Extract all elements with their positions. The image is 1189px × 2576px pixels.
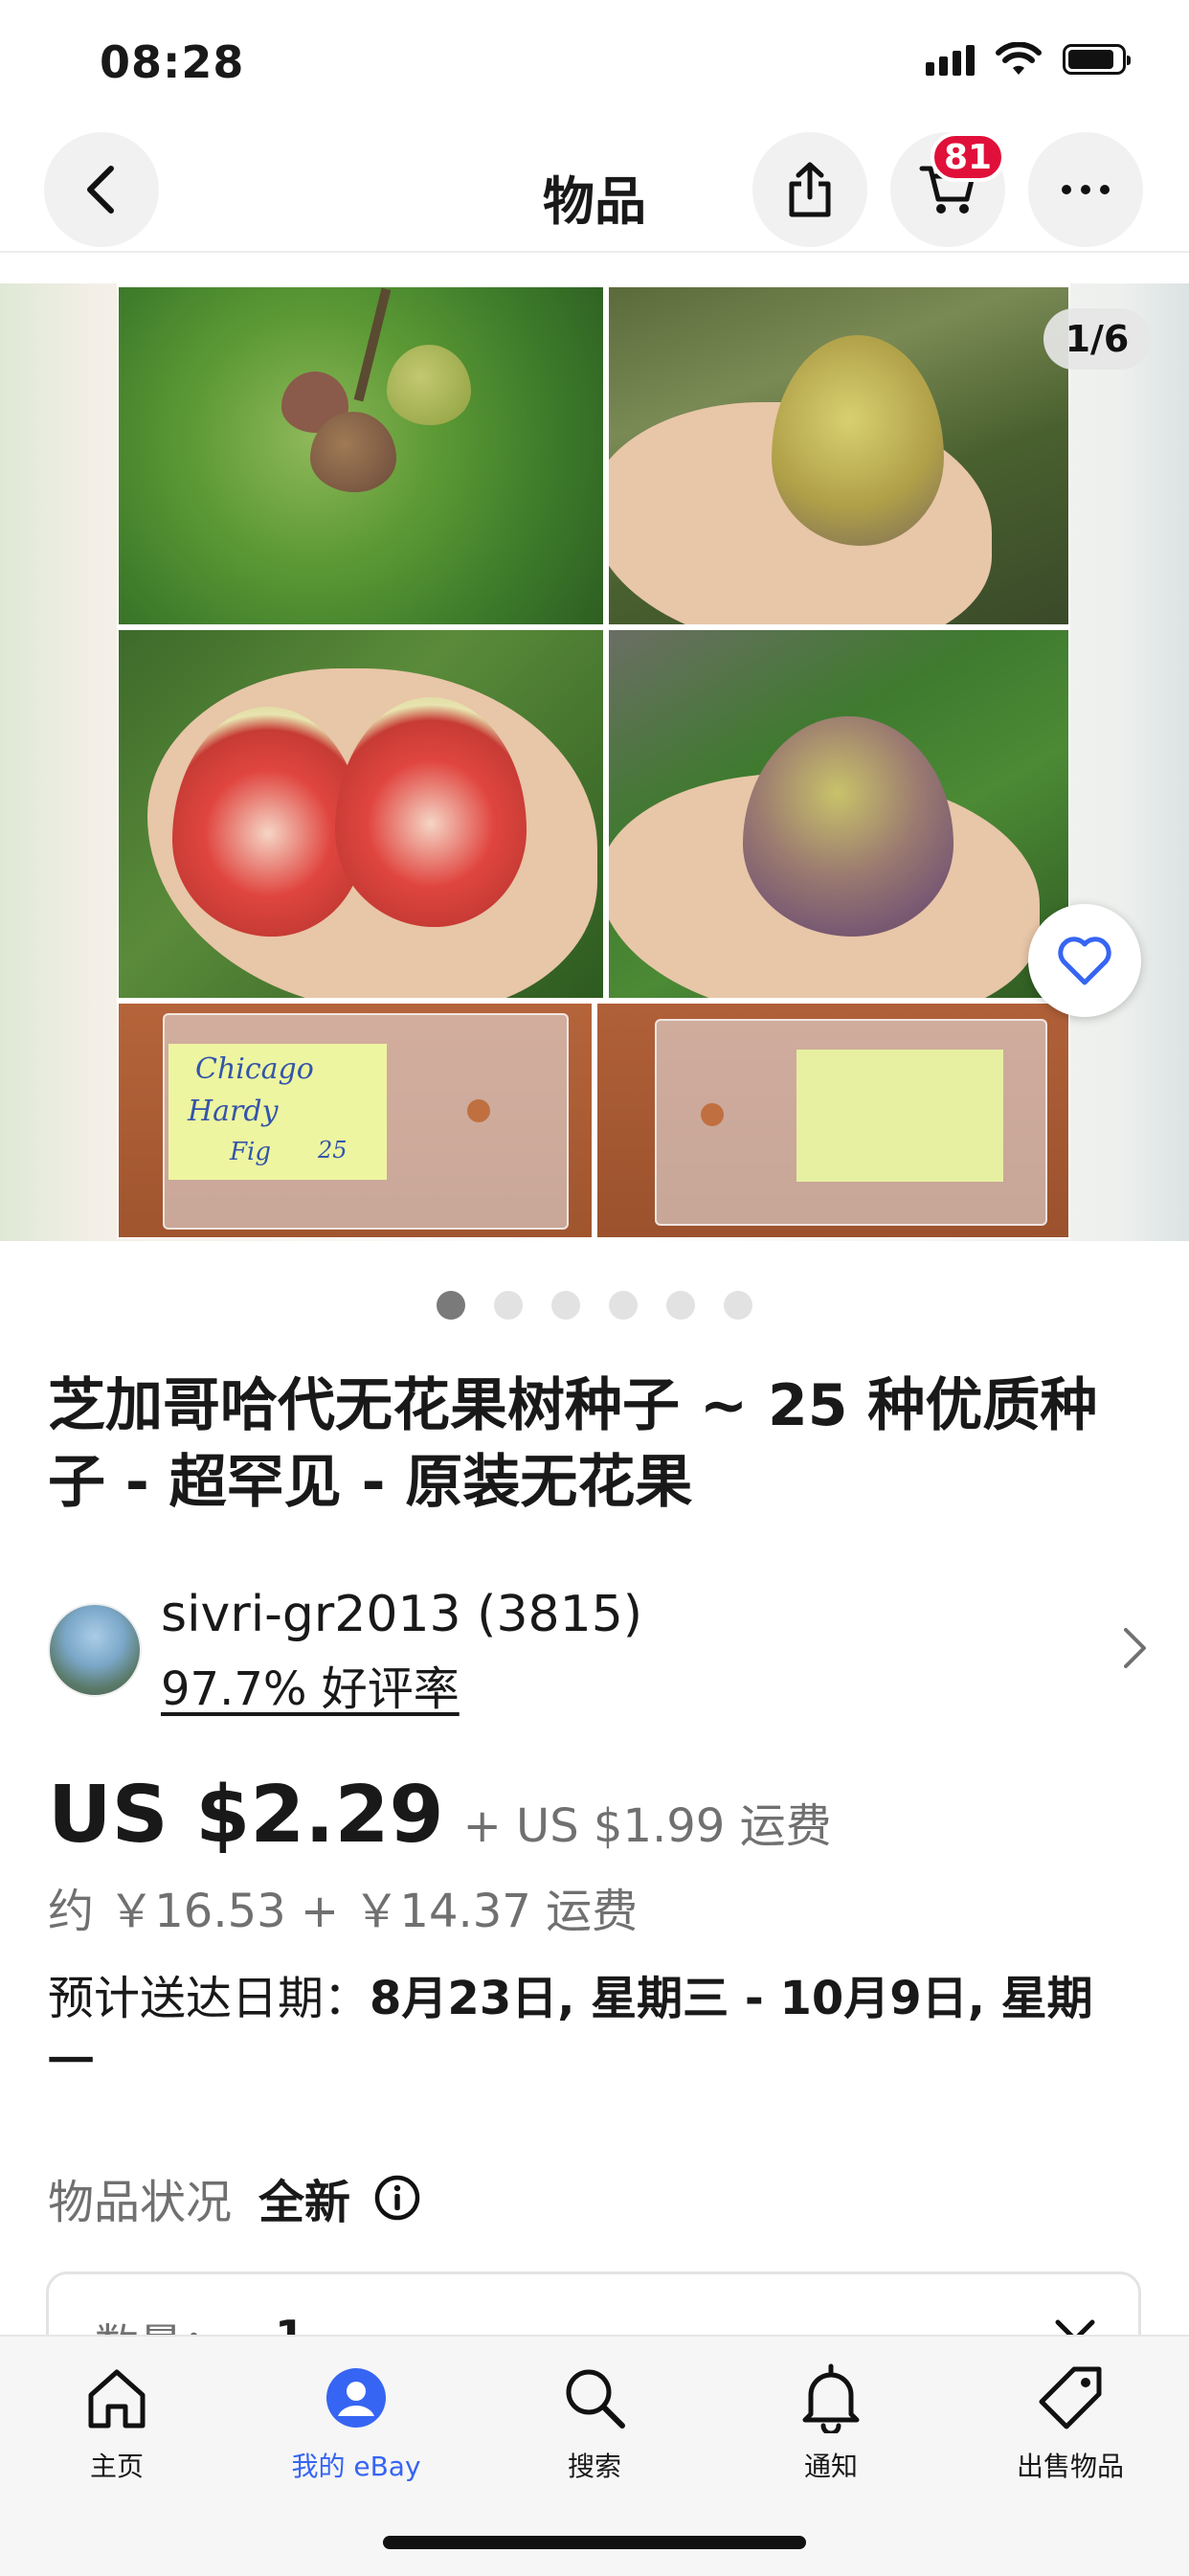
chevron-left-icon [87, 166, 114, 214]
top-navigation-bar: 物品 81 [0, 124, 1189, 251]
battery-icon [1063, 44, 1131, 75]
pagination-dot[interactable] [724, 1291, 752, 1320]
info-icon [374, 2175, 420, 2221]
seller-avatar[interactable] [48, 1603, 142, 1697]
gallery-pagination [0, 1291, 1189, 1320]
condition-info-button[interactable] [373, 2174, 421, 2222]
seller-feedback-rating[interactable]: 97.7% 好评率 [161, 1651, 460, 1718]
image-counter: 1/6 [1043, 308, 1151, 370]
seed-note-line3: Fig [230, 1138, 271, 1166]
add-to-watchlist-button[interactable] [1028, 904, 1141, 1017]
converted-price: 约 ￥16.53 + ￥14.37 运费 [48, 1885, 639, 1938]
item-title: 芝加哥哈代无花果树种子 ~ 25 种优质种子 - 超罕见 - 原装无花果 [48, 1372, 1098, 1516]
photo-ripe-fig [609, 630, 1068, 998]
estimated-delivery: 预计送达日期：8月23日, 星期三 - 10月9日, 星期一 [48, 1967, 1101, 2093]
more-options-button[interactable] [1028, 132, 1143, 247]
more-horizontal-icon [1062, 185, 1110, 194]
seller-info-row[interactable]: sivri-gr2013 (3815) 97.7% 好评率 [48, 1582, 1149, 1726]
photo-fig-in-hand [609, 287, 1068, 624]
image-gallery[interactable]: Chicago Hardy Fig 25 1/6 [0, 283, 1189, 1241]
item-condition-row: 物品状况 全新 [48, 2164, 421, 2231]
tab-search[interactable]: 搜索 [499, 2354, 690, 2484]
pagination-dot[interactable] [437, 1291, 465, 1320]
photo-halved-fig [119, 630, 603, 998]
photo-seed-packet-labeled: Chicago Hardy Fig 25 [119, 1004, 592, 1237]
tab-sell[interactable]: 出售物品 [975, 2354, 1166, 2484]
photo-figs-on-tree [119, 287, 603, 624]
delivery-label: 预计送达日期： [48, 1972, 370, 2025]
nav-divider [0, 251, 1189, 253]
tab-my-ebay[interactable]: 我的 eBay [260, 2354, 452, 2484]
seed-note-count: 25 [318, 1137, 348, 1164]
cellular-signal-icon [926, 43, 975, 76]
tab-my-ebay-label: 我的 eBay [291, 2451, 421, 2482]
price-row: US $2.29 + US $1.99 运费 [48, 1770, 1149, 1861]
tab-notifications[interactable]: 通知 [735, 2354, 927, 2484]
pagination-dot[interactable] [666, 1291, 695, 1320]
tab-notifications-label: 通知 [803, 2451, 858, 2482]
condition-label: 物品状况 [48, 2176, 233, 2229]
item-price: US $2.29 [48, 1770, 444, 1861]
shipping-cost: + US $1.99 运费 [462, 1799, 832, 1853]
seed-note-line1: Chicago [195, 1052, 314, 1086]
home-indicator [383, 2536, 806, 2549]
share-icon [789, 162, 831, 217]
condition-value: 全新 [258, 2176, 351, 2229]
status-icons [926, 42, 1131, 77]
search-icon [566, 2369, 625, 2429]
tab-home[interactable]: 主页 [21, 2354, 213, 2484]
tab-search-label: 搜索 [567, 2451, 621, 2482]
status-time: 08:28 [100, 36, 245, 88]
pagination-dot[interactable] [551, 1291, 580, 1320]
back-button[interactable] [44, 132, 159, 247]
product-image[interactable]: Chicago Hardy Fig 25 [117, 283, 1070, 1239]
tag-icon [1039, 2366, 1102, 2429]
home-icon [88, 2369, 146, 2429]
share-button[interactable] [752, 132, 867, 247]
seller-name[interactable]: sivri-gr2013 (3815) [161, 1586, 642, 1643]
page-title: 物品 [543, 171, 646, 232]
status-bar: 08:28 [0, 0, 1189, 124]
bell-icon [802, 2363, 860, 2433]
seed-note-line2: Hardy [188, 1095, 279, 1128]
cart-count-badge: 81 [931, 132, 1006, 182]
chevron-right-icon [1124, 1628, 1146, 1668]
heart-icon [1058, 937, 1111, 985]
pagination-dot[interactable] [609, 1291, 638, 1320]
tab-sell-label: 出售物品 [1016, 2451, 1124, 2482]
tab-home-label: 主页 [89, 2451, 144, 2482]
profile-icon [326, 2368, 386, 2428]
pagination-dot[interactable] [494, 1291, 523, 1320]
photo-seed-packet-blank [597, 1004, 1068, 1237]
wifi-icon [996, 42, 1042, 75]
